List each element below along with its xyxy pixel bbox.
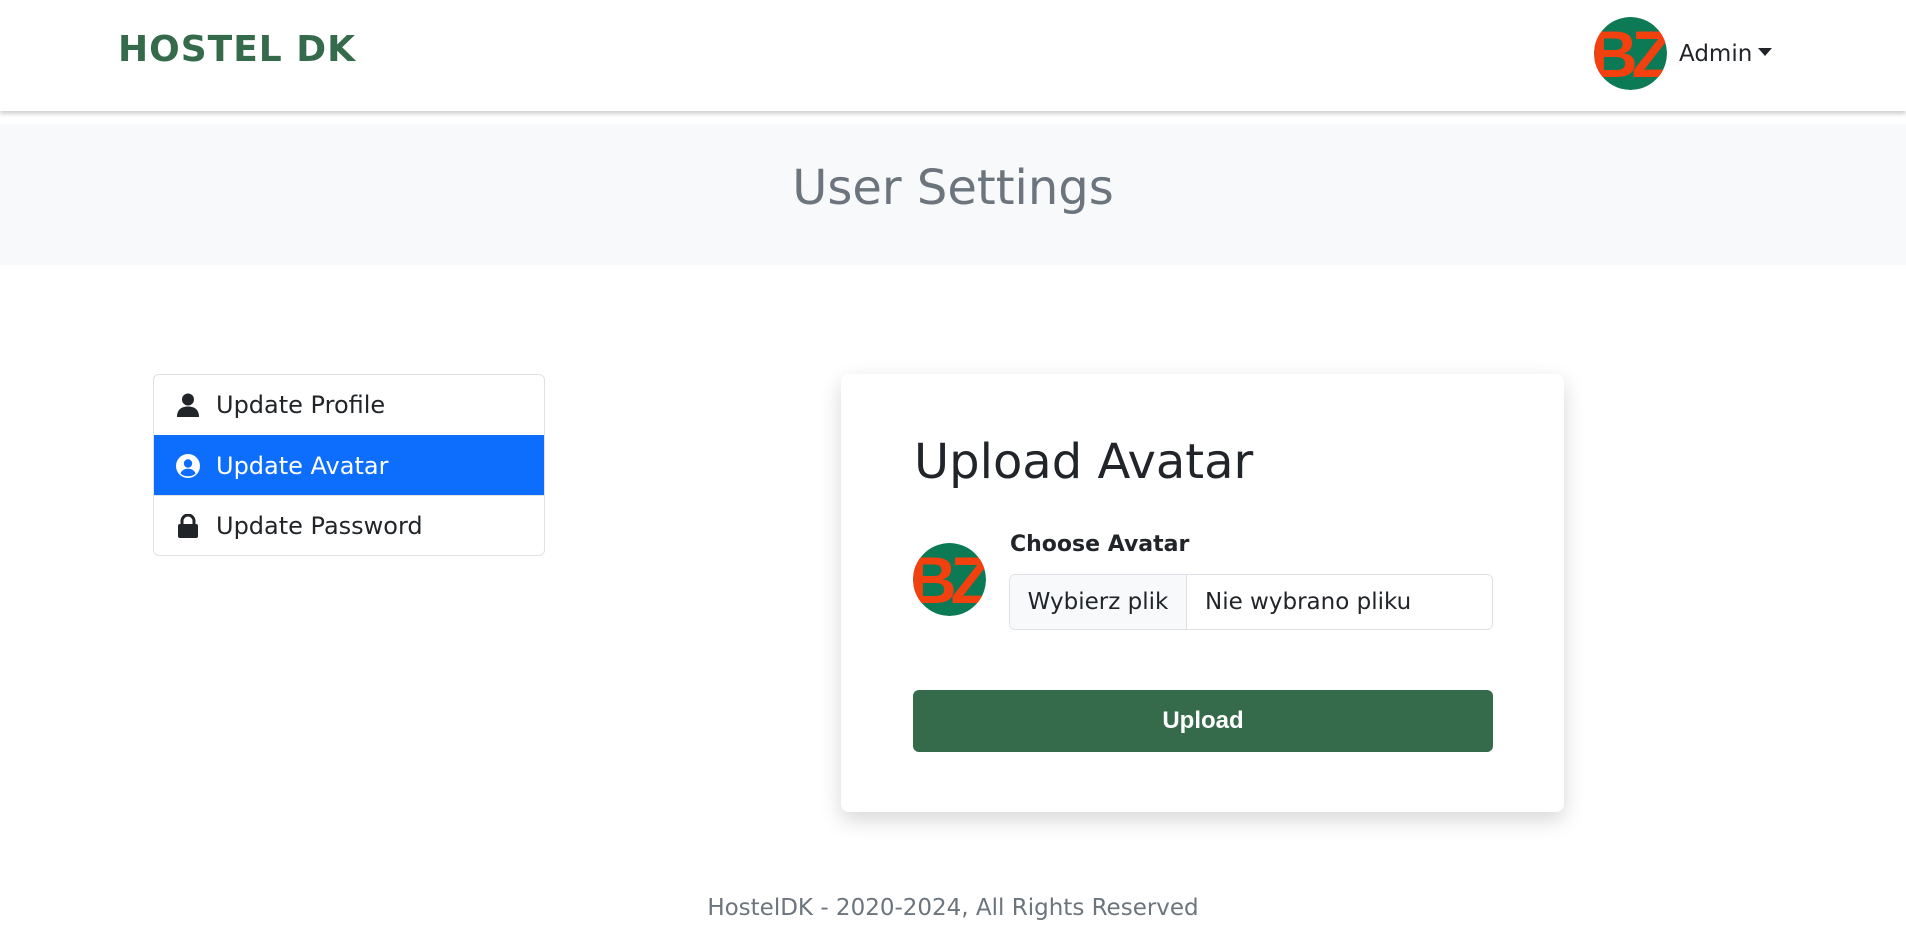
avatar-file-input[interactable]: Wybierz plik Nie wybrano pliku	[1009, 574, 1493, 630]
settings-menu: Update Profile Update Avatar Update Pass…	[153, 374, 545, 556]
sidebar-item-label: Update Avatar	[216, 451, 389, 480]
page-title: User Settings	[792, 160, 1114, 216]
choose-file-button[interactable]: Wybierz plik	[1010, 575, 1187, 629]
sidebar-item-label: Update Profile	[216, 391, 386, 419]
user-icon	[176, 393, 200, 417]
user-circle-icon	[176, 453, 200, 478]
brand-logo[interactable]: HOSTEL DK	[118, 28, 356, 72]
upload-button[interactable]: Upload	[913, 690, 1493, 752]
lock-icon	[176, 513, 200, 538]
page-header-band: User Settings	[0, 124, 1906, 265]
avatar-preview: BZ	[913, 543, 986, 616]
sidebar-item-label: Update Password	[216, 511, 423, 540]
footer-copyright: HostelDK - 2020-2024, All Rights Reserve…	[707, 895, 1199, 921]
sidebar-item-update-profile[interactable]: Update Profile	[154, 375, 544, 435]
user-avatar: BZ	[1594, 17, 1667, 90]
upload-avatar-card: Upload Avatar BZ Choose Avatar Wybierz p…	[841, 374, 1564, 812]
user-name: Admin	[1679, 40, 1753, 67]
choose-avatar-label: Choose Avatar	[1010, 532, 1190, 557]
sidebar-item-update-password[interactable]: Update Password	[154, 495, 544, 555]
user-menu-dropdown[interactable]: BZ Admin	[1594, 16, 1773, 91]
svg-text:BZ: BZ	[913, 543, 986, 616]
chevron-down-icon	[1758, 47, 1773, 56]
sidebar-item-update-avatar[interactable]: Update Avatar	[154, 435, 544, 495]
card-title: Upload Avatar	[914, 434, 1254, 490]
top-navbar: HOSTEL DK BZ Admin	[0, 0, 1906, 111]
file-status-text: Nie wybrano pliku	[1205, 589, 1412, 615]
svg-text:BZ: BZ	[1594, 17, 1667, 90]
